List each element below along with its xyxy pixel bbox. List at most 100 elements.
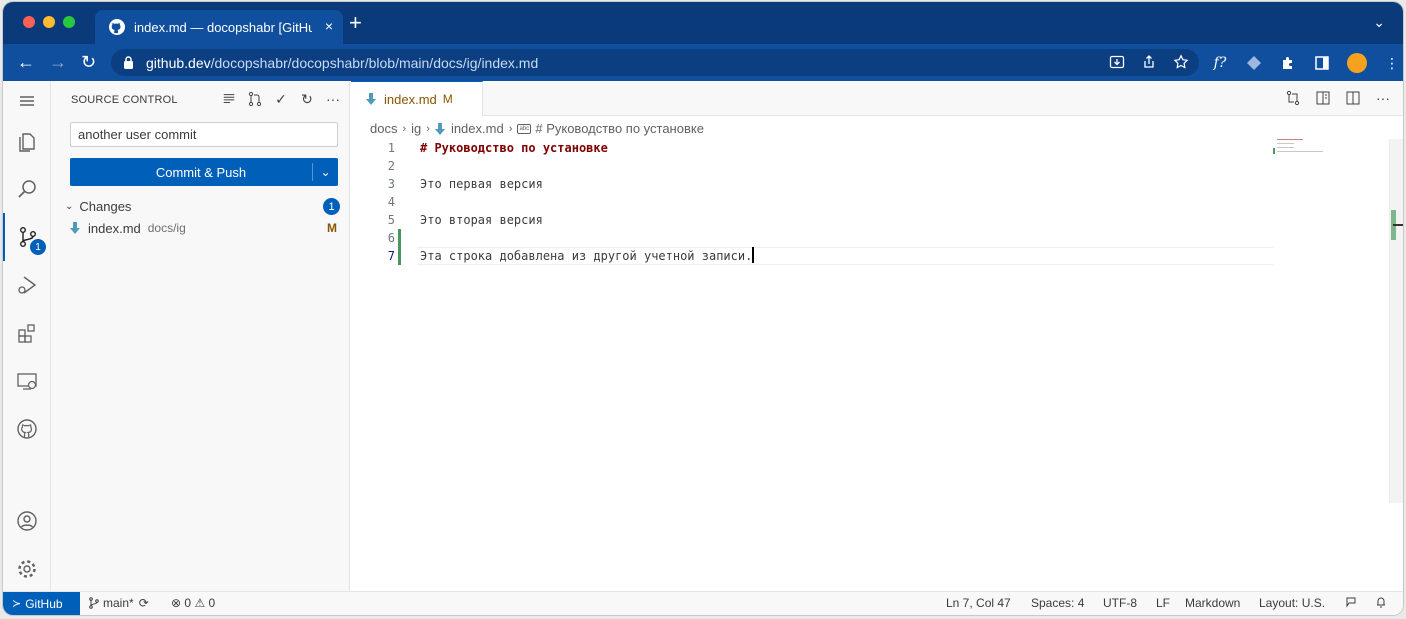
bell-icon[interactable] [1375,596,1390,608]
branch-indicator[interactable]: main* ⟳ [88,596,149,610]
run-debug-icon[interactable] [3,261,51,309]
accounts-icon[interactable] [3,497,51,545]
chevron-right-icon: › [426,122,430,135]
breadcrumb-item[interactable]: # Руководство по установке [535,121,704,136]
chevron-right-icon: › [402,122,407,135]
code-line: 2 [351,157,1271,175]
commit-message-input[interactable] [70,122,338,147]
extensions-icon[interactable] [3,309,51,357]
feedback-icon[interactable] [1345,596,1360,608]
branch-icon [89,597,99,609]
encoding[interactable]: UTF-8 [1103,596,1137,610]
reload-icon[interactable]: ↻ [81,51,96,73]
line-text-content: Эта строка добавлена из другой учетной з… [420,249,753,263]
chevron-right-icon: › [508,122,513,135]
chevron-down-icon: ⌄ [65,200,74,212]
indentation[interactable]: Spaces: 4 [1031,596,1084,610]
gear-icon[interactable] [3,545,51,593]
sync-icon[interactable]: ⟳ [139,596,149,610]
editor-tab-status: M [442,92,453,106]
github-icon[interactable] [3,405,51,453]
address-bar[interactable]: github.dev/docopshabr/docopshabr/blob/ma… [111,49,1199,76]
editor-tab-index-md[interactable]: index.md M [351,81,483,116]
changes-count-badge: 1 [323,198,340,215]
more-actions-icon[interactable]: ··· [1375,90,1391,106]
language-mode[interactable]: Markdown [1185,596,1240,610]
source-control-icon[interactable]: 1 [3,213,51,261]
close-window-button[interactable] [23,16,35,28]
remote-indicator[interactable]: ≻ GitHub [3,592,80,615]
warning-icon: ⚠ [194,596,206,610]
diamond-extension-icon[interactable] [1245,54,1263,72]
url-path: /docopshabr/docopshabr/blob/main/docs/ig… [210,54,539,71]
install-app-icon[interactable] [1109,54,1125,70]
new-tab-button[interactable]: + [349,12,362,34]
keyboard-layout[interactable]: Layout: U.S. [1259,596,1325,610]
forward-arrow-icon[interactable]: → [49,51,67,73]
cursor-position[interactable]: Ln 7, Col 47 [946,596,1011,610]
menu-icon[interactable] [3,81,51,121]
browser-tab-title: index.md — docopshabr [GitHub] [134,19,312,35]
code-line: 6 [351,229,1271,247]
breadcrumb-item[interactable]: docs [370,121,397,136]
commit-check-icon[interactable]: ✓ [273,91,289,107]
changed-file-item[interactable]: index.md docs/ig M [70,217,341,239]
browser-window: index.md — docopshabr [GitHub] × + ⌄ ← →… [3,2,1403,615]
chevron-down-icon[interactable]: ⌄ [1373,14,1385,31]
view-as-list-icon[interactable] [221,91,237,107]
kebab-menu-icon[interactable]: ⋮ [1383,54,1401,72]
error-count: 0 [184,596,192,610]
search-icon[interactable] [3,165,51,213]
end-of-line[interactable]: LF [1156,596,1170,610]
open-changes-icon[interactable] [1285,90,1301,106]
line-text: # Руководство по установке [420,141,608,155]
minimap-line [1277,147,1294,148]
create-pull-request-icon[interactable] [247,91,263,107]
browser-tab[interactable]: index.md — docopshabr [GitHub] × [95,10,343,44]
zoom-window-button[interactable] [63,16,75,28]
code-line: 3 Это первая версия [351,175,1271,193]
minimize-window-button[interactable] [43,16,55,28]
breadcrumb-item[interactable]: index.md [451,121,504,136]
minimap[interactable] [1273,139,1327,159]
open-preview-icon[interactable] [1315,90,1331,106]
commit-push-button[interactable]: Commit & Push ⌄ [70,158,338,186]
chevron-down-icon[interactable]: ⌄ [313,165,338,179]
close-tab-icon[interactable]: × [325,18,333,34]
line-text: Эта строка добавлена из другой учетной з… [420,247,755,265]
share-icon[interactable] [1141,54,1157,70]
split-editor-icon[interactable] [1345,90,1361,106]
vertical-scrollbar[interactable] [1389,139,1403,503]
remote-label: GitHub [25,596,63,611]
code-line: 5 Это вторая версия [351,211,1271,229]
explorer-icon[interactable] [3,117,51,165]
file-status-badge: M [327,221,337,235]
refresh-icon[interactable]: ↻ [299,91,315,107]
puzzle-extensions-icon[interactable] [1279,54,1297,72]
editor-actions: ··· [1285,90,1391,106]
remote-explorer-icon[interactable] [3,357,51,405]
text-cursor [752,247,755,263]
error-icon: ⊗ [171,596,182,610]
line-number: 1 [387,141,395,155]
scm-badge: 1 [30,239,46,255]
function-extension-icon[interactable]: f? [1211,54,1229,72]
profile-avatar[interactable] [1347,53,1367,73]
status-bar: ≻ GitHub main* ⟳ ⊗ 0 ⚠ 0 Ln 7, Col 47 Spa… [3,591,1403,615]
bookmark-star-icon[interactable] [1173,54,1189,70]
side-panel-icon[interactable] [1313,54,1331,72]
changed-file-name: index.md [88,220,141,236]
panel-actions: ✓ ↻ ··· [221,91,341,107]
more-actions-icon[interactable]: ··· [325,91,341,107]
added-lines-gutter[interactable] [398,229,401,265]
warning-count: 0 [208,596,216,610]
changes-group-header[interactable]: ⌄ Changes 1 [65,195,341,217]
back-arrow-icon[interactable]: ← [17,51,35,73]
branch-name: main* [103,596,134,610]
code-line: 1 # Руководство по установке [351,139,1271,157]
problems-indicator[interactable]: ⊗ 0 ⚠ 0 [171,596,215,610]
line-number: 5 [387,213,395,227]
breadcrumb-item[interactable]: ig [411,121,421,136]
code-line: 4 [351,193,1271,211]
address-bar-actions [1109,54,1189,70]
